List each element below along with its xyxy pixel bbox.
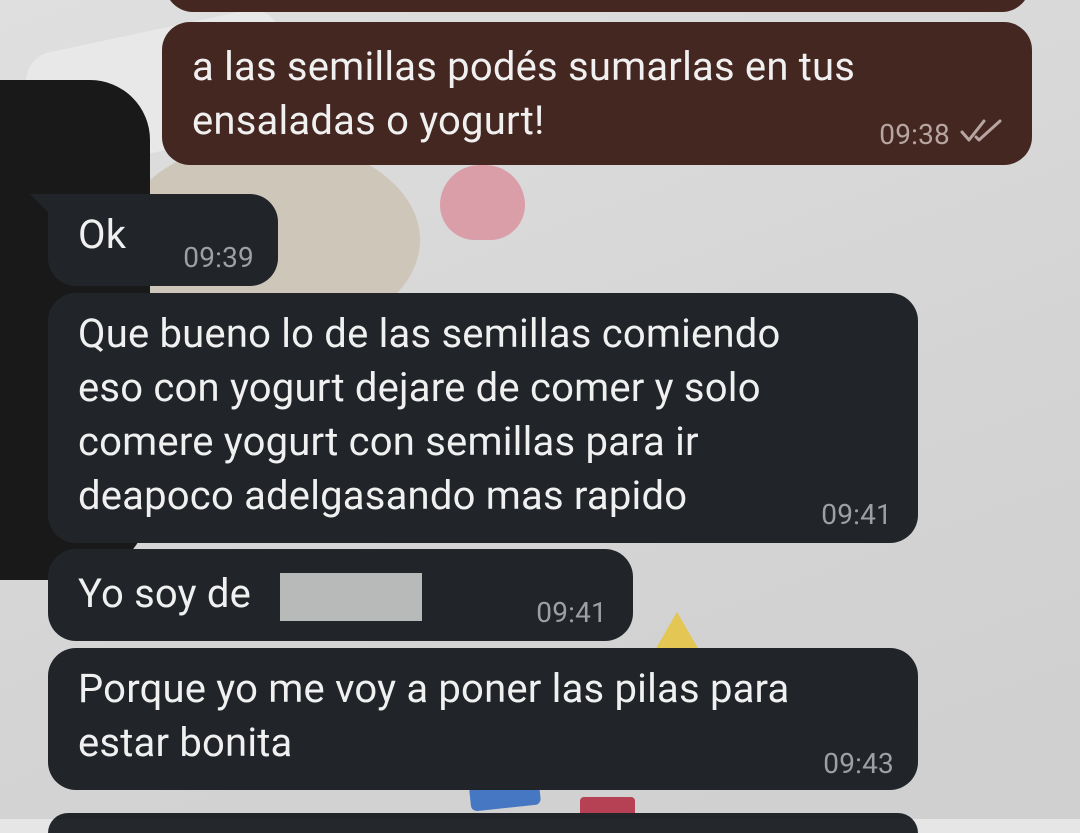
next-message-bubble-edge[interactable] — [48, 813, 918, 833]
wallpaper-shape — [655, 612, 699, 650]
message-time: 09:43 — [823, 747, 894, 780]
message-time: 09:41 — [536, 596, 607, 629]
message-bubble-outgoing[interactable]: a las semillas podés sumarlas en tus ens… — [162, 22, 1032, 165]
message-time: 09:39 — [183, 241, 254, 274]
message-time: 09:38 — [879, 118, 950, 151]
message-bubble-incoming[interactable]: Porque yo me voy a poner las pilas para … — [48, 648, 918, 790]
message-text: Que bueno lo de las semillas comiendo es… — [78, 310, 781, 519]
wallpaper-shape — [440, 165, 525, 240]
message-bubble-incoming[interactable]: Que bueno lo de las semillas comiendo es… — [48, 293, 918, 543]
message-time: 09:41 — [821, 498, 892, 531]
read-double-check-icon — [960, 119, 1002, 142]
message-text: Porque yo me voy a poner las pilas para … — [78, 665, 790, 766]
bubble-tail — [30, 194, 52, 216]
message-bubble-incoming[interactable]: Ok 09:39 — [30, 194, 278, 286]
redaction-box — [280, 573, 422, 621]
previous-message-bubble-edge[interactable] — [165, 0, 1030, 12]
